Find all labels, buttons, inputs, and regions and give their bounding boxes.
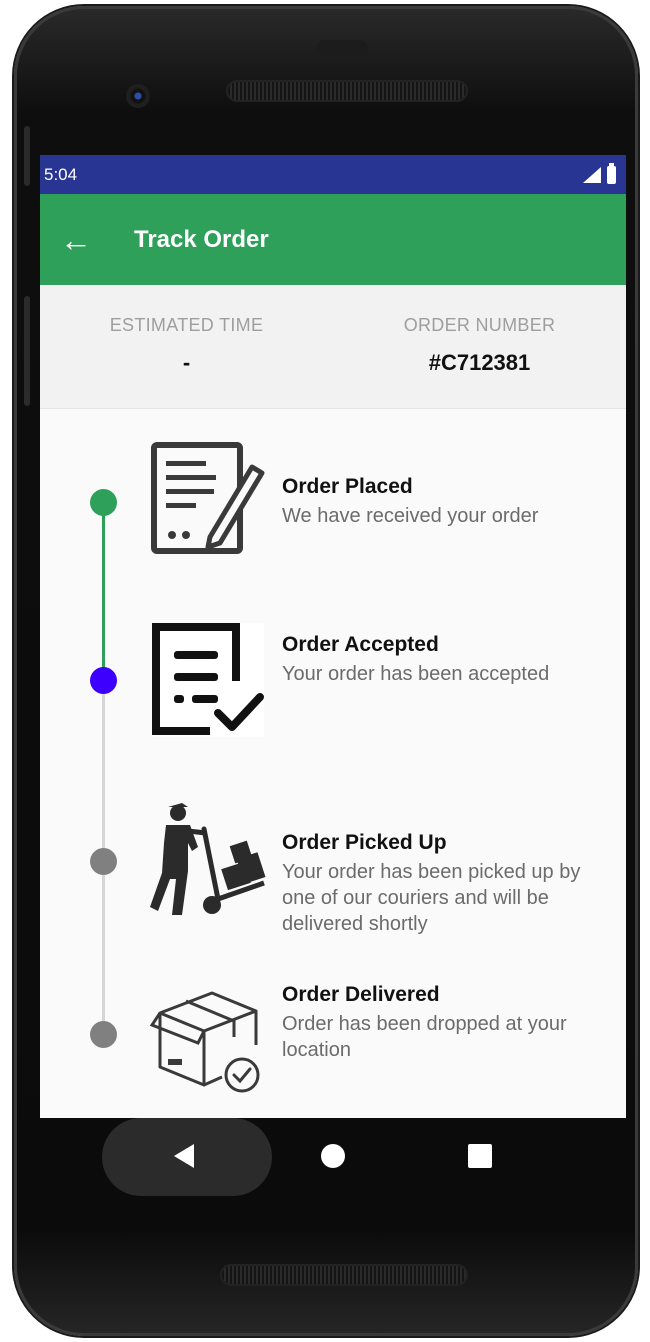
status-dot-order-delivered — [90, 1021, 117, 1048]
bottom-speaker — [220, 1264, 468, 1286]
step-title: Order Delivered — [282, 983, 440, 1006]
app-screen: 5:04 ← Track Order ESTIMATED TIME - ORDE… — [40, 155, 626, 1118]
status-bar: 5:04 — [40, 155, 626, 194]
step-description: Order has been dropped at your location — [282, 1013, 567, 1061]
courier-icon — [150, 803, 266, 915]
status-time: 5:04 — [44, 164, 78, 184]
step-text-order-delivered: Order Delivered Order has been dropped a… — [282, 983, 612, 1063]
status-dot-order-picked-up — [90, 848, 117, 875]
power-button — [24, 126, 30, 186]
signal-icon — [583, 166, 601, 183]
step-description: Your order has been accepted — [282, 663, 550, 685]
sensor-notch — [316, 40, 368, 56]
front-camera-icon — [126, 84, 150, 108]
step-title: Order Accepted — [282, 633, 439, 656]
timeline-line-done — [102, 505, 105, 675]
status-dot-order-placed — [90, 489, 117, 516]
home-circle-icon[interactable] — [321, 1144, 345, 1168]
package-delivered-icon — [149, 991, 260, 1093]
earpiece-speaker — [226, 80, 468, 102]
status-icons — [583, 162, 616, 184]
checklist-icon — [152, 623, 264, 737]
estimated-time-label: ESTIMATED TIME — [109, 315, 264, 335]
status-dot-order-accepted — [90, 667, 117, 694]
step-description: We have received your order — [282, 505, 539, 527]
battery-icon — [607, 162, 616, 184]
arrow-left-icon[interactable]: ← — [60, 224, 116, 256]
order-summary: ESTIMATED TIME - ORDER NUMBER #C712381 — [40, 285, 626, 409]
step-text-order-placed: Order Placed We have received your order — [282, 475, 612, 529]
page-title: Track Order — [134, 225, 269, 253]
app-bar: ← Track Order — [40, 194, 626, 285]
step-description: Your order has been picked up by one of … — [282, 861, 581, 935]
order-number-block: ORDER NUMBER #C712381 — [333, 285, 626, 408]
estimated-time-block: ESTIMATED TIME - — [40, 285, 333, 408]
step-text-order-accepted: Order Accepted Your order has been accep… — [282, 633, 612, 687]
recents-square-icon[interactable] — [468, 1144, 492, 1168]
order-number-label: ORDER NUMBER — [403, 315, 556, 335]
volume-button — [24, 296, 30, 406]
step-title: Order Picked Up — [282, 831, 447, 854]
system-nav-bar — [40, 1118, 626, 1228]
step-title: Order Placed — [282, 475, 413, 498]
back-triangle-icon[interactable] — [174, 1144, 194, 1168]
order-timeline: Order Placed We have received your order… — [40, 409, 626, 1118]
order-number-value: #C712381 — [428, 350, 531, 375]
estimated-time-value: - — [182, 350, 191, 375]
document-sign-icon — [151, 442, 265, 554]
step-text-order-picked-up: Order Picked Up Your order has been pick… — [282, 831, 612, 937]
